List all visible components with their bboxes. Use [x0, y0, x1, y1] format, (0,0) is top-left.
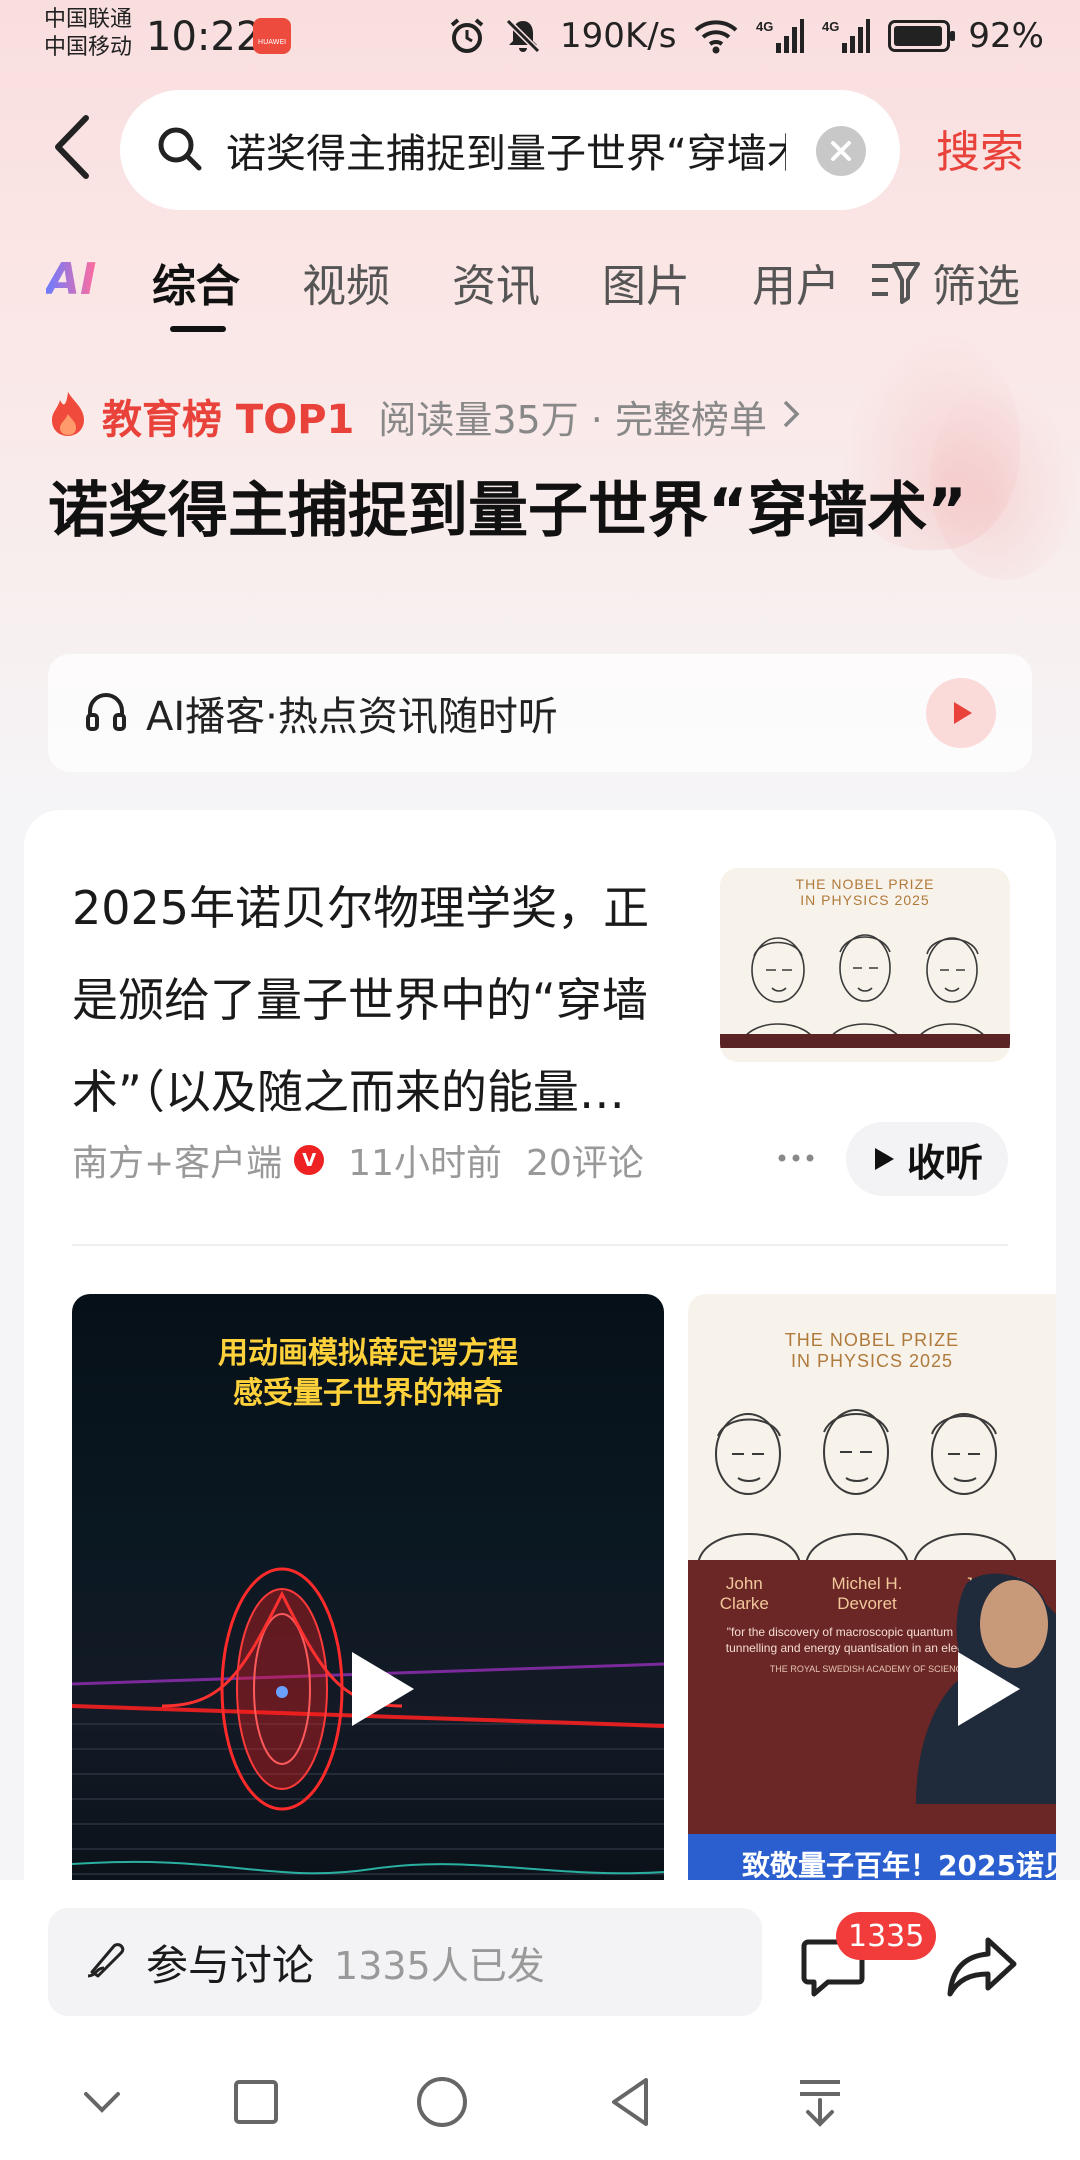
tab-users[interactable]: 用户	[752, 250, 840, 314]
system-navigation-bar	[0, 2030, 1080, 2160]
comment-count: 1335人已发	[334, 1943, 545, 1988]
circle-icon	[417, 2077, 467, 2127]
home-button[interactable]	[412, 2072, 472, 2132]
signal-4g-icon: 4G	[756, 17, 805, 55]
article-source[interactable]: 南方+客户端	[72, 1134, 282, 1186]
filter-label: 筛选	[932, 261, 1020, 312]
laureates-portrait-illustration	[720, 934, 1010, 1048]
search-icon	[156, 125, 202, 175]
article-time: 11小时前	[348, 1143, 502, 1184]
ai-podcast-bar[interactable]: AI播客·热点资讯随时听	[48, 654, 1032, 772]
flame-icon	[48, 390, 88, 442]
back-button[interactable]	[48, 112, 98, 182]
play-icon	[352, 1652, 414, 1726]
result-card: 2025年诺贝尔物理学奖，正是颁给了量子世界中的“穿墙术”（以及随之而来的能量……	[24, 810, 1056, 1910]
play-icon	[954, 702, 972, 724]
video-thumbnail[interactable]: 用动画模拟薛定谔方程 感受量子世界的神奇	[72, 1294, 664, 1894]
mute-icon	[504, 17, 542, 55]
search-tabs: 综合 视频 资讯 图片 用户 筛选	[0, 250, 1080, 340]
recents-button[interactable]	[226, 2072, 286, 2132]
wave-packet-illustration	[72, 1567, 664, 1875]
more-options-icon[interactable]	[776, 1128, 816, 1198]
clock: 10:22	[146, 14, 262, 60]
collapse-button[interactable]	[72, 2072, 132, 2132]
comment-bar: 参与讨论 1335人已发 1335	[0, 1880, 1080, 2030]
tab-images[interactable]: 图片	[602, 250, 690, 314]
thumb-title: THE NOBEL PRIZE	[795, 876, 935, 892]
article-meta: 南方+客户端 V 11小时前 20评论	[72, 1130, 644, 1190]
hot-rank-row[interactable]: 教育榜 TOP1 阅读量35万 · 完整榜单	[48, 388, 801, 444]
rank-label: 教育榜 TOP1	[102, 397, 355, 443]
battery-level: 92%	[968, 16, 1044, 56]
filter-button[interactable]: 筛选	[870, 250, 1020, 314]
podcast-label: AI播客·热点资讯随时听	[146, 694, 558, 740]
pen-icon	[82, 1938, 126, 1986]
status-icons: 190K/s 4G 4G 92%	[448, 16, 1044, 56]
chevron-right-icon	[781, 398, 801, 434]
page-title: 诺奖得主捕捉到量子世界“穿墙术”	[48, 476, 967, 546]
search-button[interactable]: 搜索	[936, 116, 1024, 180]
triangle-back-icon	[612, 2078, 648, 2126]
signal-4g-icon: 4G	[822, 17, 871, 55]
svg-text:4G: 4G	[822, 19, 839, 34]
thumb-subtitle: IN PHYSICS 2025	[800, 892, 930, 908]
filter-icon	[872, 262, 920, 304]
video-nobel-title: THE NOBEL PRIZE	[784, 1330, 960, 1350]
listen-label: 收听	[906, 1140, 983, 1185]
pull-down-icon	[800, 2080, 840, 2127]
rank-meta: 阅读量35万 · 完整榜单	[378, 397, 767, 442]
headphones-icon	[84, 689, 128, 737]
share-icon	[947, 1937, 1017, 1997]
alarm-icon	[448, 17, 486, 55]
close-icon	[831, 141, 851, 161]
network-speed: 190K/s	[560, 16, 677, 56]
video-thumbnail[interactable]: THE NOBEL PRIZE IN PHYSICS 2025 John Cla…	[688, 1294, 1056, 1894]
tab-all[interactable]: 综合	[152, 250, 240, 314]
comment-label: 参与讨论	[146, 1940, 315, 1990]
active-tab-indicator	[170, 326, 226, 332]
carrier-2: 中国移动	[44, 35, 133, 60]
podcast-play-button[interactable]	[926, 678, 996, 748]
search-query[interactable]: 诺奖得主捕捉到量子世界“穿墙术”	[226, 121, 786, 179]
battery-icon	[888, 20, 956, 52]
chevron-down-icon	[84, 2092, 120, 2113]
wifi-icon	[694, 18, 738, 54]
tab-video[interactable]: 视频	[302, 250, 390, 314]
comment-input[interactable]: 参与讨论 1335人已发	[48, 1908, 762, 2016]
carrier-labels: 中国联通 中国移动	[44, 6, 132, 62]
listen-button[interactable]: 收听	[846, 1122, 1008, 1196]
laureates-portrait-illustration	[697, 1409, 1017, 1564]
status-bar: 中国联通 中国移动 10:22 HUAWEI 190K/s 4G 4G 92%	[0, 0, 1080, 76]
tab-news[interactable]: 资讯	[452, 250, 540, 314]
huawei-store-icon: HUAWEI	[253, 18, 291, 54]
search-input[interactable]: 诺奖得主捕捉到量子世界“穿墙术”	[120, 90, 900, 210]
laureate-name: John Clarke	[719, 1574, 769, 1613]
notification-shade-button[interactable]	[790, 2072, 850, 2132]
play-icon	[874, 1148, 894, 1170]
article-comments: 20评论	[525, 1143, 644, 1184]
share-button[interactable]	[946, 1932, 1020, 2002]
article-thumbnail[interactable]: THE NOBEL PRIZE IN PHYSICS 2025	[720, 868, 1010, 1062]
svg-text:4G: 4G	[756, 19, 773, 34]
clear-search-button[interactable]	[816, 126, 866, 176]
video-nobel-subtitle: IN PHYSICS 2025	[790, 1351, 954, 1371]
article-summary[interactable]: 2025年诺贝尔物理学奖，正是颁给了量子世界中的“穿墙术”（以及随之而来的能量…	[72, 862, 682, 1138]
carrier-1: 中国联通	[44, 7, 133, 32]
divider	[72, 1244, 1008, 1246]
comment-count-badge: 1335	[836, 1912, 937, 1960]
square-icon	[234, 2080, 278, 2124]
back-nav-button[interactable]	[602, 2072, 662, 2132]
play-icon	[958, 1652, 1020, 1726]
verified-badge: V	[294, 1145, 325, 1175]
